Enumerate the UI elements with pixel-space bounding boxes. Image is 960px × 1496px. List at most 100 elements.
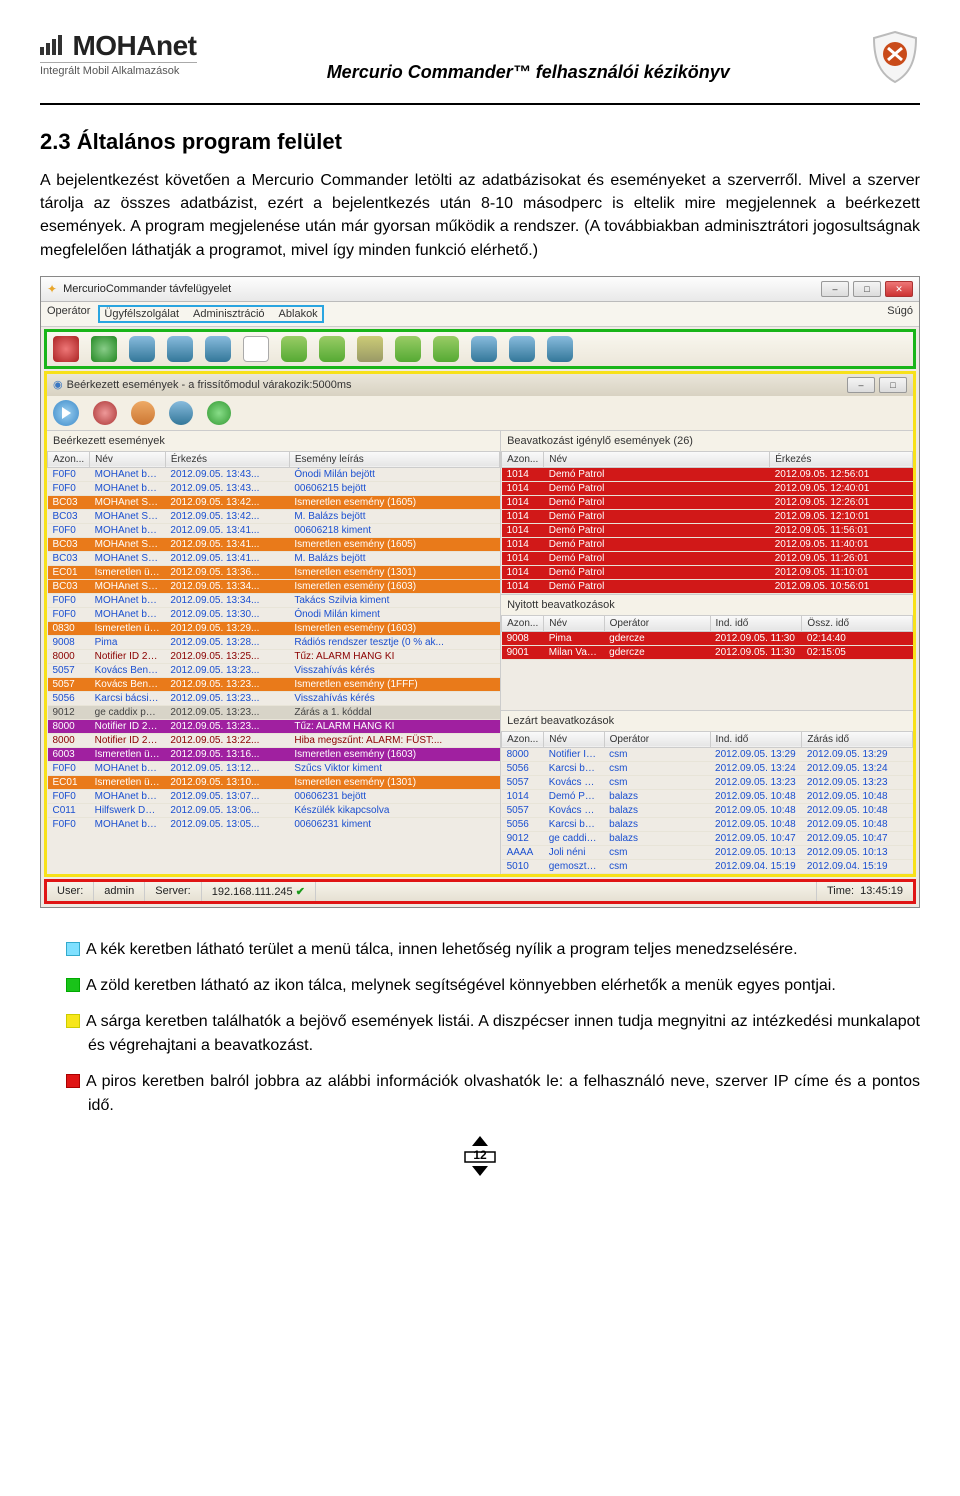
table-row[interactable]: 9008Pimagdercze2012.09.05. 11:3002:14:40	[502, 631, 913, 645]
col-nev[interactable]: Név	[544, 615, 604, 631]
toolbar-icon-group-3[interactable]	[395, 336, 421, 362]
closed-interventions-title: Lezárt beavatkozások	[501, 710, 913, 731]
menu-ugyfelszolgalat[interactable]: Ügyfélszolgálat	[104, 308, 179, 320]
table-row[interactable]: 8000Notifier ID 200 t...2012.09.05. 13:2…	[48, 733, 500, 747]
toolbar-icon-group-1[interactable]	[281, 336, 307, 362]
col-operator[interactable]: Operátor	[604, 615, 710, 631]
toolbar-icon-group-5[interactable]	[471, 336, 497, 362]
col-ossz-ido[interactable]: Össz. idő	[802, 615, 913, 631]
table-row[interactable]: 5010gemoszteszt1csm2012.09.04. 15:192012…	[502, 859, 913, 873]
table-row[interactable]: C011Hilfswerk Demo...2012.09.05. 13:06..…	[48, 803, 500, 817]
table-row[interactable]: F0F0MOHAnet bejár...2012.09.05. 13:30...…	[48, 607, 500, 621]
table-row[interactable]: 1014Demó Patrol2012.09.05. 11:26:01	[502, 551, 913, 565]
table-row[interactable]: BC03MOHAnet Supp...2012.09.05. 13:34...I…	[48, 579, 500, 593]
table-row[interactable]: 8000Notifier ID 200 t...2012.09.05. 13:2…	[48, 719, 500, 733]
sub-minimize-button[interactable]: –	[847, 377, 875, 393]
table-row[interactable]: 1014Demó Patrol2012.09.05. 11:40:01	[502, 537, 913, 551]
col-erkezes[interactable]: Érkezés	[770, 451, 913, 467]
incoming-events-table[interactable]: Azon... Név Érkezés Esemény leírás F0F0M…	[47, 451, 500, 831]
table-row[interactable]: 9008Pima2012.09.05. 13:28...Rádiós rends…	[48, 635, 500, 649]
sub-icon-stop[interactable]	[93, 401, 117, 425]
maximize-button[interactable]: □	[853, 281, 881, 297]
toolbar-icon-calendar[interactable]	[243, 336, 269, 362]
sub-icon-refresh[interactable]	[207, 401, 231, 425]
table-row[interactable]: F0F0MOHAnet bejár...2012.09.05. 13:43...…	[48, 481, 500, 495]
table-row[interactable]: AAAAJoli nénicsm2012.09.05. 10:132012.09…	[502, 845, 913, 859]
col-nev[interactable]: Név	[544, 731, 604, 747]
table-row[interactable]: 1014Demó Patrol2012.09.05. 11:56:01	[502, 523, 913, 537]
toolbar-icon-group-4[interactable]	[433, 336, 459, 362]
table-row[interactable]: 5057Kovács Bendegúz Jár...balazs2012.09.…	[502, 803, 913, 817]
col-azon[interactable]: Azon...	[48, 451, 90, 467]
table-row[interactable]: 5057Kovács Bendeg...2012.09.05. 13:23...…	[48, 663, 500, 677]
table-row[interactable]: F0F0MOHAnet bejár...2012.09.05. 13:07...…	[48, 789, 500, 803]
table-row[interactable]: 8000Notifier ID 200 tűzjelzőcsm2012.09.0…	[502, 747, 913, 761]
intervention-events-table[interactable]: Azon... Név Érkezés 1014Demó Patrol2012.…	[501, 451, 913, 594]
subwindow-titlebar[interactable]: ◉ Beérkezett események - a frissítőmodul…	[47, 374, 913, 396]
table-row[interactable]: 1014Demó Patrol2012.09.05. 12:56:01	[502, 467, 913, 481]
minimize-button[interactable]: –	[821, 281, 849, 297]
toolbar-icon-2[interactable]	[91, 336, 117, 362]
menu-sugo[interactable]: Súgó	[887, 305, 913, 323]
table-row[interactable]: 8000Notifier ID 200 t...2012.09.05. 13:2…	[48, 649, 500, 663]
table-row[interactable]: F0F0MOHAnet bejár...2012.09.05. 13:12...…	[48, 761, 500, 775]
toolbar-icon-lock[interactable]	[357, 336, 383, 362]
table-row[interactable]: 5056Karcsi bácsi Me...2012.09.05. 13:23.…	[48, 691, 500, 705]
table-row[interactable]: BC03MOHAnet Supp...2012.09.05. 13:41...M…	[48, 551, 500, 565]
table-row[interactable]: 9012ge caddix panel...2012.09.05. 13:23.…	[48, 705, 500, 719]
closed-interventions-table[interactable]: Azon... Név Operátor Ind. idő Zárás idő …	[501, 731, 913, 874]
col-azon[interactable]: Azon...	[502, 451, 544, 467]
toolbar-icon-user-1[interactable]	[129, 336, 155, 362]
toolbar-icon-1[interactable]	[53, 336, 79, 362]
table-row[interactable]: 1014Demó Patrol2012.09.05. 12:10:01	[502, 509, 913, 523]
col-zaras-ido[interactable]: Zárás idő	[802, 731, 913, 747]
table-row[interactable]: 1014Demó Patrol2012.09.05. 12:26:01	[502, 495, 913, 509]
open-interventions-table[interactable]: Azon... Név Operátor Ind. idő Össz. idő …	[501, 615, 913, 660]
table-row[interactable]: F0F0MOHAnet bejár...2012.09.05. 13:05...…	[48, 817, 500, 831]
col-ind-ido[interactable]: Ind. idő	[710, 731, 802, 747]
toolbar-icon-user-2[interactable]	[167, 336, 193, 362]
toolbar-icon-group-2[interactable]	[319, 336, 345, 362]
table-row[interactable]: F0F0MOHAnet bejár...2012.09.05. 13:43...…	[48, 467, 500, 481]
toolbar-icon-user-3[interactable]	[205, 336, 231, 362]
table-row[interactable]: BC03MOHAnet Supp...2012.09.05. 13:41...I…	[48, 537, 500, 551]
table-row[interactable]: 6003Ismeretlen ügyfél2012.09.05. 13:16..…	[48, 747, 500, 761]
table-row[interactable]: 1014Demó Patrol2012.09.05. 11:10:01	[502, 565, 913, 579]
table-row[interactable]: BC03MOHAnet Supp...2012.09.05. 13:42...I…	[48, 495, 500, 509]
table-row[interactable]: 5056Karcsi bácsi MedCarecsm2012.09.05. 1…	[502, 761, 913, 775]
table-row[interactable]: EC01Ismeretlen ügyfél2012.09.05. 13:36..…	[48, 565, 500, 579]
col-azon[interactable]: Azon...	[502, 615, 544, 631]
menu-ablakok[interactable]: Ablakok	[279, 308, 318, 320]
section-heading: 2.3 Általános program felület	[40, 129, 920, 155]
col-operator[interactable]: Operátor	[604, 731, 710, 747]
table-row[interactable]: 5057Kovács Bendegúz Jár...csm2012.09.05.…	[502, 775, 913, 789]
table-row[interactable]: F0F0MOHAnet bejár...2012.09.05. 13:41...…	[48, 523, 500, 537]
table-row[interactable]: 9001Milan Vario Medcaregdercze2012.09.05…	[502, 645, 913, 659]
close-button[interactable]: ✕	[885, 281, 913, 297]
menu-adminisztracio[interactable]: Adminisztráció	[193, 308, 265, 320]
sub-icon-home[interactable]	[131, 401, 155, 425]
table-row[interactable]: 5057Kovács Bendeg...2012.09.05. 13:23...…	[48, 677, 500, 691]
window-titlebar[interactable]: ✦ MercurioCommander távfelügyelet – □ ✕	[41, 277, 919, 302]
col-nev[interactable]: Név	[544, 451, 770, 467]
toolbar-icon-group-6[interactable]	[509, 336, 535, 362]
sub-maximize-button[interactable]: □	[879, 377, 907, 393]
col-azon[interactable]: Azon...	[502, 731, 544, 747]
toolbar-icon-group-7[interactable]	[547, 336, 573, 362]
table-row[interactable]: 1014Demó Patrol2012.09.05. 12:40:01	[502, 481, 913, 495]
play-button[interactable]	[53, 400, 79, 426]
table-row[interactable]: EC01Ismeretlen ügyfél2012.09.05. 13:10..…	[48, 775, 500, 789]
table-row[interactable]: 9012ge caddix panelenbalazs2012.09.05. 1…	[502, 831, 913, 845]
col-nev[interactable]: Név	[90, 451, 166, 467]
col-ind-ido[interactable]: Ind. idő	[710, 615, 802, 631]
sub-icon-people[interactable]	[169, 401, 193, 425]
col-erkezes[interactable]: Érkezés	[165, 451, 289, 467]
table-row[interactable]: 1014Demó Patrol2012.09.05. 10:56:01	[502, 579, 913, 593]
table-row[interactable]: 0830Ismeretlen ügyfél2012.09.05. 13:29..…	[48, 621, 500, 635]
col-leiras[interactable]: Esemény leírás	[289, 451, 499, 467]
table-row[interactable]: 1014Demó Patrolbalazs2012.09.05. 10:4820…	[502, 789, 913, 803]
table-row[interactable]: BC03MOHAnet Supp...2012.09.05. 13:42...M…	[48, 509, 500, 523]
table-row[interactable]: 5056Karcsi bácsi MedCarebalazs2012.09.05…	[502, 817, 913, 831]
menu-operator[interactable]: Operátor	[47, 305, 90, 323]
table-row[interactable]: F0F0MOHAnet bejár...2012.09.05. 13:34...…	[48, 593, 500, 607]
